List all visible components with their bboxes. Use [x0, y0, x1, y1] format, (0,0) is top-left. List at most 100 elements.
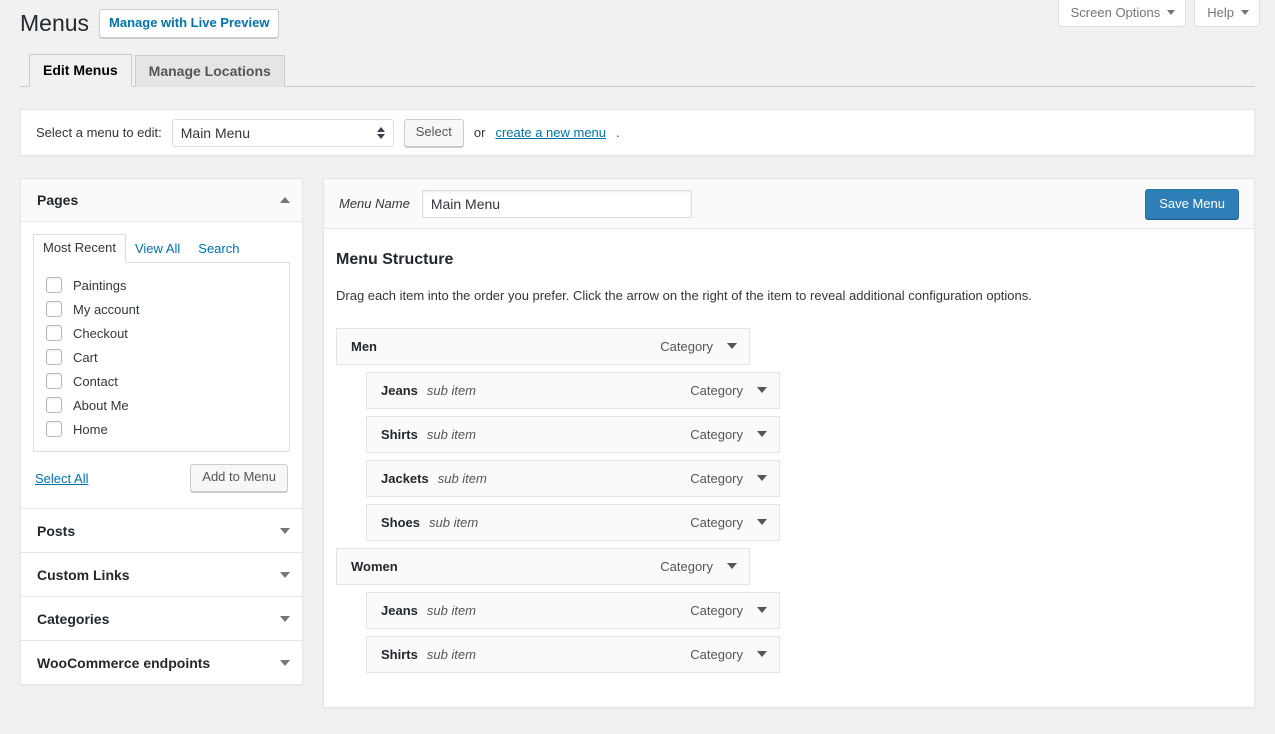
menu-item-title: Women	[351, 559, 398, 574]
chevron-down-icon[interactable]	[757, 431, 767, 437]
chevron-down-icon[interactable]	[727, 343, 737, 349]
period-text: .	[616, 125, 620, 140]
checkbox-icon[interactable]	[46, 397, 62, 413]
list-item[interactable]: Contact	[46, 369, 279, 393]
list-item-label: Contact	[73, 374, 118, 389]
chevron-down-icon[interactable]	[757, 475, 767, 481]
menu-item-bar[interactable]: Jackets sub item Category	[366, 460, 780, 497]
menu-structure-title: Menu Structure	[336, 251, 1242, 269]
menu-item-bar[interactable]: Jeans sub item Category	[366, 372, 780, 409]
menu-item-women[interactable]: Women Category	[336, 548, 1242, 585]
menu-item-sub-label: sub item	[427, 427, 476, 442]
checkbox-icon[interactable]	[46, 349, 62, 365]
checkbox-icon[interactable]	[46, 421, 62, 437]
menu-item-men-jackets[interactable]: Jackets sub item Category	[336, 460, 1242, 497]
menu-item-men-shoes[interactable]: Shoes sub item Category	[336, 504, 1242, 541]
list-item[interactable]: My account	[46, 297, 279, 321]
custom-links-panel-title: Custom Links	[37, 567, 130, 583]
list-item[interactable]: Home	[46, 417, 279, 441]
custom-links-panel-header[interactable]: Custom Links	[21, 553, 302, 596]
list-item-label: Home	[73, 422, 108, 437]
menu-item-title: Jackets	[381, 471, 429, 486]
checkbox-icon[interactable]	[46, 373, 62, 389]
chevron-down-icon[interactable]	[757, 651, 767, 657]
menu-item-bar[interactable]: Men Category	[336, 328, 750, 365]
chevron-down-icon[interactable]	[727, 563, 737, 569]
menu-item-men-jeans[interactable]: Jeans sub item Category	[336, 372, 1242, 409]
menu-item-bar[interactable]: Women Category	[336, 548, 750, 585]
menu-item-men-shirts[interactable]: Shirts sub item Category	[336, 416, 1242, 453]
menu-item-type: Category	[690, 515, 743, 530]
chevron-down-icon[interactable]	[757, 607, 767, 613]
pages-panel-body: Most Recent View All Search Paintings My…	[21, 222, 302, 508]
tab-manage-locations[interactable]: Manage Locations	[135, 55, 285, 88]
chevron-down-icon[interactable]	[280, 528, 290, 534]
checkbox-icon[interactable]	[46, 277, 62, 293]
woocommerce-endpoints-panel: WooCommerce endpoints	[20, 641, 303, 685]
menu-item-type: Category	[690, 647, 743, 662]
pages-panel-header[interactable]: Pages	[21, 179, 302, 222]
menu-item-sub-label: sub item	[429, 515, 478, 530]
chevron-down-icon	[1167, 10, 1175, 15]
menu-items-list: Men Category Jeans sub item C	[336, 328, 1242, 673]
create-new-menu-link[interactable]: create a new menu	[495, 125, 606, 140]
menu-item-type: Category	[660, 339, 713, 354]
categories-panel-title: Categories	[37, 611, 109, 627]
menu-item-sub-label: sub item	[438, 471, 487, 486]
menu-item-type: Category	[690, 603, 743, 618]
list-item[interactable]: Checkout	[46, 321, 279, 345]
list-item-label: Cart	[73, 350, 98, 365]
menu-item-meta: Category	[690, 515, 767, 530]
save-menu-button[interactable]: Save Menu	[1145, 189, 1239, 219]
pages-tab-view-all[interactable]: View All	[126, 236, 189, 263]
woocommerce-endpoints-panel-title: WooCommerce endpoints	[37, 655, 210, 671]
menu-item-bar[interactable]: Shoes sub item Category	[366, 504, 780, 541]
menu-item-women-jeans[interactable]: Jeans sub item Category	[336, 592, 1242, 629]
select-button[interactable]: Select	[404, 119, 464, 147]
list-item[interactable]: Cart	[46, 345, 279, 369]
pages-tab-most-recent[interactable]: Most Recent	[33, 234, 126, 263]
menu-item-meta: Category	[660, 339, 737, 354]
menu-item-sub-label: sub item	[427, 647, 476, 662]
categories-panel-header[interactable]: Categories	[21, 597, 302, 640]
chevron-down-icon[interactable]	[280, 572, 290, 578]
checkbox-icon[interactable]	[46, 325, 62, 341]
menu-structure-body: Menu Structure Drag each item into the o…	[324, 229, 1254, 673]
menu-item-men[interactable]: Men Category	[336, 328, 1242, 365]
posts-panel-header[interactable]: Posts	[21, 509, 302, 552]
chevron-down-icon[interactable]	[280, 660, 290, 666]
chevron-down-icon[interactable]	[280, 616, 290, 622]
menu-item-type: Category	[690, 383, 743, 398]
page-title: Menus	[20, 9, 89, 38]
menu-item-bar[interactable]: Shirts sub item Category	[366, 416, 780, 453]
add-to-menu-button[interactable]: Add to Menu	[190, 464, 288, 492]
menu-structure-column: Menu Name Main Menu Save Menu Menu Struc…	[323, 178, 1255, 708]
menu-name-label: Menu Name	[339, 196, 410, 211]
help-button[interactable]: Help	[1194, 0, 1260, 27]
chevron-up-icon[interactable]	[280, 197, 290, 203]
menu-item-women-shirts[interactable]: Shirts sub item Category	[336, 636, 1242, 673]
menu-item-bar[interactable]: Jeans sub item Category	[366, 592, 780, 629]
menu-item-meta: Category	[690, 383, 767, 398]
chevron-down-icon[interactable]	[757, 519, 767, 525]
list-item[interactable]: About Me	[46, 393, 279, 417]
tab-edit-menus[interactable]: Edit Menus	[29, 54, 132, 88]
menu-item-title: Jeans	[381, 383, 418, 398]
checkbox-icon[interactable]	[46, 301, 62, 317]
chevron-down-icon[interactable]	[757, 387, 767, 393]
menu-name-input[interactable]: Main Menu	[422, 190, 692, 218]
woocommerce-endpoints-panel-header[interactable]: WooCommerce endpoints	[21, 641, 302, 684]
screen-meta-links: Screen Options Help	[1058, 0, 1260, 27]
manage-live-preview-button[interactable]: Manage with Live Preview	[99, 9, 279, 38]
pages-checklist: Paintings My account Checkout Cart	[33, 263, 290, 452]
menu-item-meta: Category	[690, 427, 767, 442]
select-all-link[interactable]: Select All	[35, 471, 88, 486]
menu-select-bar: Select a menu to edit: Main Menu Select …	[20, 109, 1255, 156]
menu-select-value: Main Menu	[181, 125, 250, 141]
screen-options-button[interactable]: Screen Options	[1058, 0, 1187, 27]
menu-item-bar[interactable]: Shirts sub item Category	[366, 636, 780, 673]
menu-item-meta: Category	[660, 559, 737, 574]
menu-select-dropdown[interactable]: Main Menu	[172, 119, 394, 147]
list-item[interactable]: Paintings	[46, 273, 279, 297]
pages-tab-search[interactable]: Search	[189, 236, 248, 263]
